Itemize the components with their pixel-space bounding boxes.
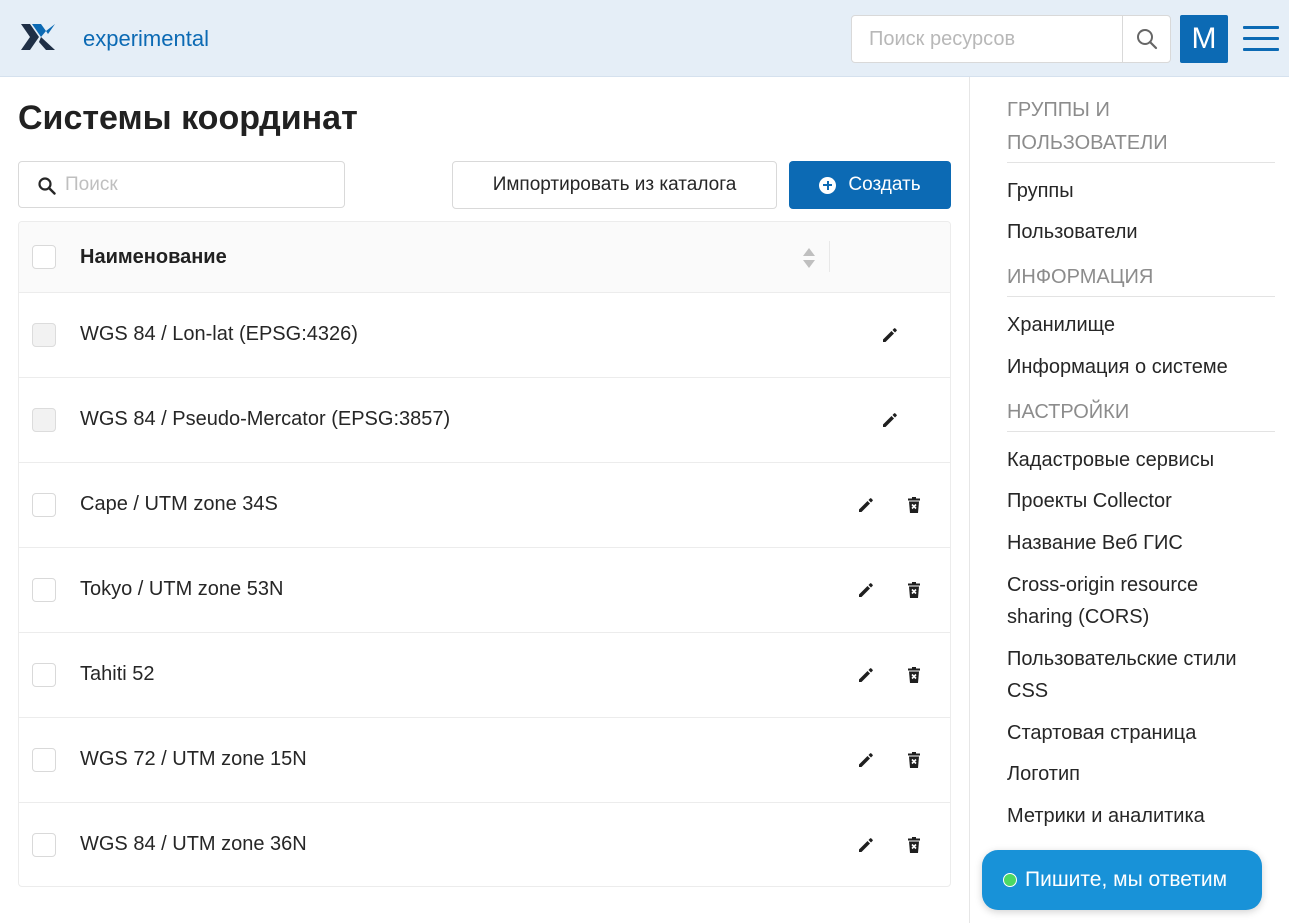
sidebar-item-custom-css[interactable]: Пользовательские стили CSS xyxy=(1007,643,1275,707)
sidebar-item-users[interactable]: Пользователи xyxy=(1007,216,1275,248)
filter-field xyxy=(18,161,345,208)
row-checkbox xyxy=(32,323,56,347)
sidebar-item-collector[interactable]: Проекты Collector xyxy=(1007,485,1275,517)
user-avatar[interactable]: M xyxy=(1180,15,1228,63)
sidebar-section-info: ИНФОРМАЦИЯ xyxy=(1007,261,1275,297)
row-checkbox xyxy=(32,408,56,432)
table-header: Наименование xyxy=(19,222,950,293)
edit-icon[interactable] xyxy=(880,325,900,345)
select-all-checkbox[interactable] xyxy=(32,245,56,269)
delete-icon[interactable] xyxy=(904,835,924,855)
app-name[interactable]: experimental xyxy=(83,26,209,52)
delete-icon[interactable] xyxy=(904,495,924,515)
sidebar-section-groups-users: ГРУППЫ И ПОЛЬЗОВАТЕЛИ xyxy=(1007,94,1275,163)
resource-search-input[interactable] xyxy=(852,16,1124,62)
sidebar-section-settings: НАСТРОЙКИ xyxy=(1007,396,1275,432)
table-row[interactable]: Tokyo / UTM zone 53N xyxy=(19,548,950,633)
page-title: Системы координат xyxy=(18,99,358,137)
delete-icon[interactable] xyxy=(904,665,924,685)
plus-circle-icon xyxy=(819,176,837,194)
table-row[interactable]: WGS 72 / UTM zone 15N xyxy=(19,718,950,803)
chat-label: Пишите, мы ответим xyxy=(1025,868,1228,891)
create-button-label: Создать xyxy=(848,174,921,195)
row-name[interactable]: WGS 84 / Lon-lat (EPSG:4326) xyxy=(80,323,358,346)
edit-icon[interactable] xyxy=(856,580,876,600)
row-name[interactable]: WGS 72 / UTM zone 15N xyxy=(80,748,307,771)
row-name[interactable]: WGS 84 / Pseudo-Mercator (EPSG:3857) xyxy=(80,408,450,431)
row-checkbox[interactable] xyxy=(32,748,56,772)
row-name[interactable]: WGS 84 / UTM zone 36N xyxy=(80,833,307,856)
sidebar-item-cors[interactable]: Cross-origin resource sharing (CORS) xyxy=(1007,569,1247,633)
sidebar-item-home-page[interactable]: Стартовая страница xyxy=(1007,717,1275,749)
row-name[interactable]: Tokyo / UTM zone 53N xyxy=(80,578,283,601)
table-row[interactable]: WGS 84 / UTM zone 36N xyxy=(19,803,950,886)
edit-icon[interactable] xyxy=(856,835,876,855)
edit-icon[interactable] xyxy=(880,410,900,430)
import-from-catalog-button[interactable]: Импортировать из каталога xyxy=(452,161,777,209)
column-divider xyxy=(829,241,830,272)
crs-table: Наименование WGS 84 / Lon-lat (EPSG:4326… xyxy=(18,221,951,887)
table-row[interactable]: WGS 84 / Pseudo-Mercator (EPSG:3857) xyxy=(19,378,950,463)
chat-widget-button[interactable]: Пишите, мы ответим xyxy=(982,850,1262,910)
delete-icon[interactable] xyxy=(904,580,924,600)
search-icon xyxy=(38,177,56,195)
resource-search xyxy=(851,15,1171,63)
row-checkbox[interactable] xyxy=(32,578,56,602)
search-button[interactable] xyxy=(1122,16,1170,62)
row-checkbox[interactable] xyxy=(32,493,56,517)
table-row[interactable]: Tahiti 52 xyxy=(19,633,950,718)
online-status-icon xyxy=(1003,873,1017,887)
edit-icon[interactable] xyxy=(856,750,876,770)
edit-icon[interactable] xyxy=(856,665,876,685)
sidebar-item-logo[interactable]: Логотип xyxy=(1007,758,1275,790)
delete-icon[interactable] xyxy=(904,750,924,770)
row-name[interactable]: Cape / UTM zone 34S xyxy=(80,493,278,516)
top-header: experimental M xyxy=(0,0,1289,77)
logo-icon[interactable] xyxy=(20,22,56,58)
sidebar-item-storage[interactable]: Хранилище xyxy=(1007,309,1275,341)
sidebar-item-groups[interactable]: Группы xyxy=(1007,175,1275,207)
sidebar-item-webgis-name[interactable]: Название Веб ГИС xyxy=(1007,527,1275,559)
sidebar: ГРУППЫ И ПОЛЬЗОВАТЕЛИ Группы Пользовател… xyxy=(969,77,1289,923)
table-row[interactable]: WGS 84 / Lon-lat (EPSG:4326) xyxy=(19,293,950,378)
edit-icon[interactable] xyxy=(856,495,876,515)
sidebar-item-cadastral[interactable]: Кадастровые сервисы xyxy=(1007,444,1275,476)
filter-input[interactable] xyxy=(65,162,335,207)
row-checkbox[interactable] xyxy=(32,663,56,687)
create-button[interactable]: Создать xyxy=(789,161,951,209)
menu-icon[interactable] xyxy=(1243,24,1279,54)
sidebar-item-system-info[interactable]: Информация о системе xyxy=(1007,351,1275,383)
column-header-name[interactable]: Наименование xyxy=(80,246,227,269)
sort-icon[interactable] xyxy=(802,247,816,269)
sidebar-item-metrics[interactable]: Метрики и аналитика xyxy=(1007,800,1275,832)
search-icon xyxy=(1136,29,1157,50)
row-checkbox[interactable] xyxy=(32,833,56,857)
table-row[interactable]: Cape / UTM zone 34S xyxy=(19,463,950,548)
row-name[interactable]: Tahiti 52 xyxy=(80,663,155,686)
